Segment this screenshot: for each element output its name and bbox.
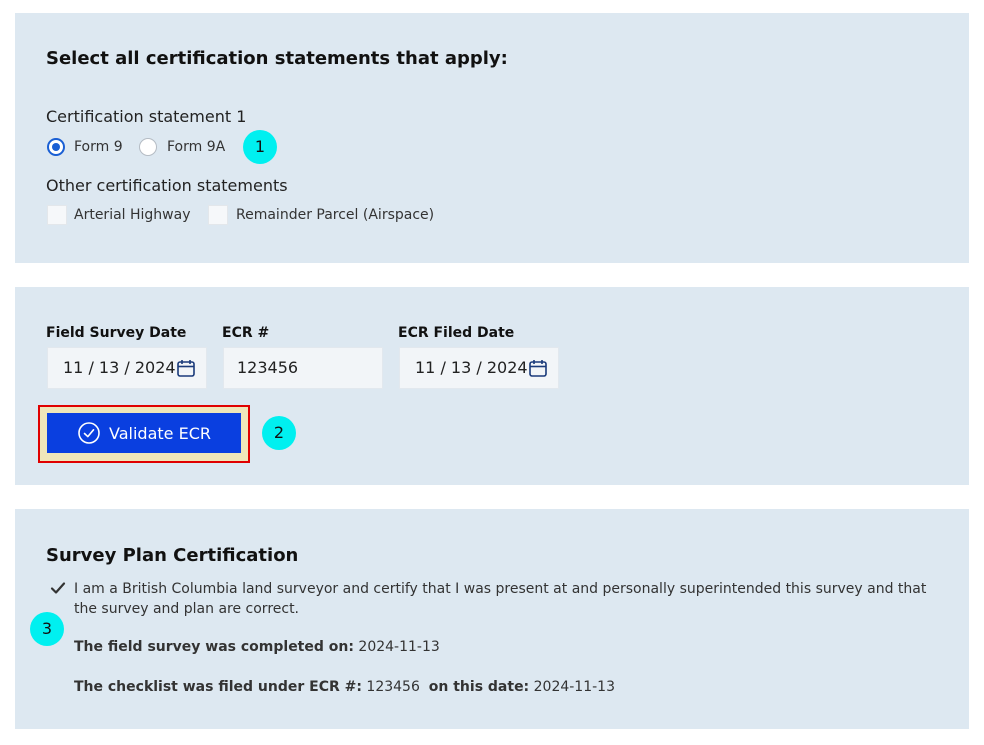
checkbox-remainder-parcel[interactable] [208, 205, 228, 225]
checklist-ecr: 123456 [366, 679, 420, 695]
field-survey-date-value: 11 / 13 / 2024 [63, 358, 176, 377]
completed-value: 2024-11-13 [358, 639, 440, 655]
radio-form-9a[interactable] [139, 138, 157, 156]
certify-statement: I am a British Columbia land surveyor an… [74, 579, 954, 619]
certify-checkbox[interactable] [50, 580, 66, 596]
marker-2: 2 [262, 416, 296, 450]
completed-line: The field survey was completed on: 2024-… [74, 639, 440, 655]
ecr-number-value: 123456 [237, 358, 299, 377]
certification-heading: Select all certification statements that… [46, 48, 508, 69]
certify-statement-line1: I am a British Columbia land surveyor an… [74, 581, 927, 597]
validate-ecr-label: Validate ECR [109, 423, 211, 443]
ecr-filed-date-value: 11 / 13 / 2024 [415, 358, 528, 377]
field-survey-date-label: Field Survey Date [46, 325, 187, 341]
ecr-filed-date-label: ECR Filed Date [398, 325, 515, 341]
marker-3: 3 [30, 612, 64, 646]
ecr-filed-date-input[interactable]: 11 / 13 / 2024 [399, 347, 559, 389]
calendar-icon[interactable] [528, 358, 548, 378]
statement1-label: Certification statement 1 [46, 107, 247, 126]
plan-certification-panel [15, 509, 969, 729]
check-circle-icon [78, 422, 100, 444]
certify-statement-line2: the survey and plan are correct. [74, 601, 300, 617]
marker-1: 1 [243, 130, 277, 164]
checklist-line: The checklist was filed under ECR #: 123… [74, 679, 615, 695]
radio-form-9[interactable] [47, 138, 65, 156]
checkbox-arterial-highway[interactable] [47, 205, 67, 225]
plan-certification-heading: Survey Plan Certification [46, 545, 299, 566]
ecr-number-input[interactable]: 123456 [223, 347, 383, 389]
ecr-number-label: ECR # [222, 325, 270, 341]
validate-ecr-button[interactable]: Validate ECR [47, 413, 241, 453]
radio-form-9-label: Form 9 [74, 139, 123, 155]
calendar-icon[interactable] [176, 358, 196, 378]
arterial-highway-label: Arterial Highway [74, 207, 191, 223]
completed-label: The field survey was completed on: [74, 639, 354, 655]
other-statements-label: Other certification statements [46, 176, 288, 195]
field-survey-date-input[interactable]: 11 / 13 / 2024 [47, 347, 207, 389]
remainder-parcel-label: Remainder Parcel (Airspace) [236, 207, 435, 223]
on-date-value: 2024-11-13 [533, 679, 615, 695]
checklist-label: The checklist was filed under ECR #: [74, 679, 362, 695]
radio-form-9a-label: Form 9A [167, 139, 226, 155]
on-date-label: on this date: [428, 679, 530, 695]
